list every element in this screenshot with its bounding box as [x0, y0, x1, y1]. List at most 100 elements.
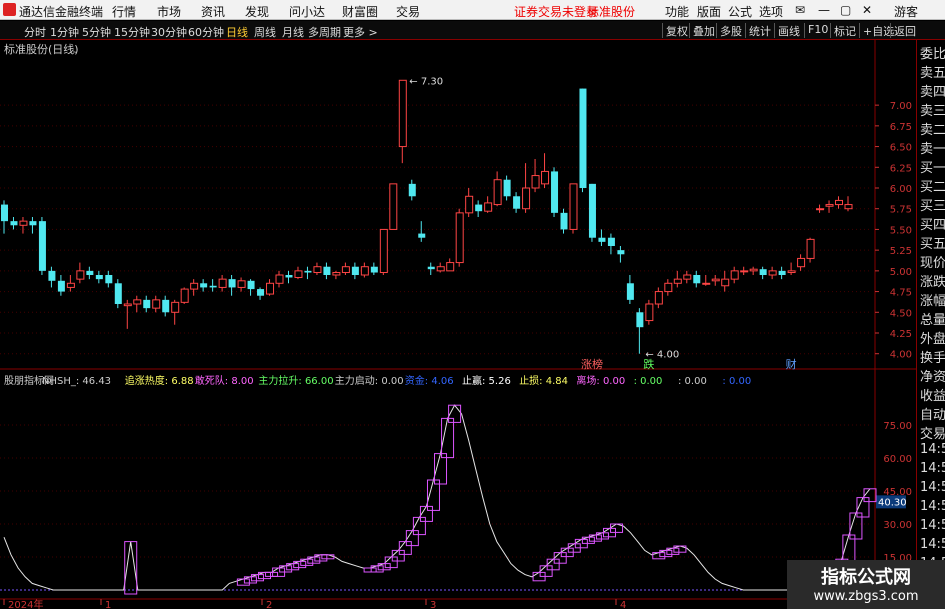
period-monthly[interactable]: 月线 [282, 24, 304, 40]
quote-row-label: 买二 [920, 180, 945, 195]
candle-body [38, 221, 46, 271]
period-more[interactable]: 更多 > [343, 24, 378, 40]
price-tick-label: 4.50 [890, 308, 912, 319]
menu-banmian[interactable]: 版面 [697, 3, 721, 20]
candle-body [475, 204, 483, 212]
price-tick-label: 5.25 [890, 246, 912, 257]
candle-body [711, 278, 720, 282]
btn-diejia[interactable]: 叠加 [689, 23, 715, 38]
period-fenshi[interactable]: 分时 [24, 24, 46, 40]
heat-box [265, 571, 279, 577]
time-axis-label: 3 [430, 600, 436, 609]
quote-row-label: 买一 [920, 161, 945, 176]
watermark-url: www.zbgs3.com [813, 589, 919, 604]
period-30min[interactable]: 30分钟 [151, 24, 187, 40]
btn-back[interactable]: 返回 [890, 23, 916, 38]
menu-hangqing[interactable]: 行情 [112, 3, 136, 20]
minimize-icon[interactable]: — [818, 3, 830, 17]
heat-box [539, 565, 553, 577]
candle-body [418, 233, 426, 238]
app-logo-icon [3, 3, 16, 16]
app-title: 通达信金融终端 [19, 5, 104, 19]
quote-row-label: 现价 [920, 256, 945, 271]
quote-row-label[interactable]: 交易 [920, 423, 945, 442]
menu-xuanxiang[interactable]: 选项 [759, 3, 783, 20]
btn-tongji[interactable]: 统计 [745, 23, 771, 38]
candle-body [730, 270, 739, 280]
close-icon[interactable]: ✕ [862, 3, 872, 17]
btn-huaxian[interactable]: 画线 [774, 23, 800, 38]
candle-body [541, 170, 550, 185]
btn-duogu[interactable]: 多股 [716, 23, 742, 38]
menu-shichang[interactable]: 市场 [157, 3, 181, 20]
quote-row-label: 委比 [920, 47, 945, 62]
quote-row-label: 14:5 [920, 499, 945, 514]
menu-gongshi[interactable]: 公式 [728, 3, 752, 20]
restore-icon[interactable]: ▢ [840, 3, 851, 17]
candle-body [617, 250, 625, 255]
btn-biaoji[interactable]: 标记 [830, 23, 856, 38]
time-axis-label: 2024年 [8, 598, 43, 609]
period-weekly[interactable]: 周线 [254, 24, 276, 40]
candle-body [740, 270, 749, 273]
login-notice[interactable]: 证券交易未登录 [514, 3, 598, 20]
candle-body [247, 280, 255, 290]
quote-row-label: 涨幅 [920, 294, 945, 309]
nhsh-line [3, 404, 871, 591]
indicator-legend-item: 止赢: 5.26 [462, 374, 511, 387]
candle-body [266, 282, 275, 295]
heat-box [546, 558, 560, 571]
candle-body [598, 237, 606, 242]
period-60min[interactable]: 60分钟 [188, 24, 224, 40]
quote-row-label: 买四 [920, 218, 945, 233]
candle-body [123, 303, 132, 307]
candle-body [588, 183, 596, 238]
menu-faxian[interactable]: 发现 [245, 3, 269, 20]
candle-body [579, 88, 587, 188]
period-5min[interactable]: 5分钟 [82, 24, 111, 40]
candle-body [57, 280, 65, 292]
menu-wenxiaoda[interactable]: 问小达 [289, 3, 325, 20]
indicator-tick-label: 75.00 [883, 421, 912, 432]
candle-body [285, 275, 293, 278]
menu-jiaoyi[interactable]: 交易 [396, 3, 420, 20]
period-15min[interactable]: 15分钟 [114, 24, 150, 40]
indicator-legend-item: : 0.00 [678, 376, 707, 387]
period-daily[interactable]: 日线 [226, 24, 248, 40]
candle-body [702, 282, 711, 285]
candle-body [162, 299, 170, 313]
menu-gongneng[interactable]: 功能 [665, 3, 689, 20]
btn-add-favorite[interactable]: +自选 [859, 23, 894, 38]
indicator-chart[interactable]: 股朋指标网NHSH_: 46.43 追涨热度: 6.88 敢死队: 8.00 主力拉升… [0, 370, 916, 609]
quote-row-label: 14:5 [920, 461, 945, 476]
candle-body [569, 183, 578, 230]
price-tick-label: 5.50 [890, 225, 912, 236]
btn-f10[interactable]: F10 [804, 23, 828, 38]
price-tick-label: 6.00 [890, 184, 912, 195]
candle-body [228, 279, 236, 288]
candle-body [693, 275, 701, 284]
user-label[interactable]: 游客 [894, 3, 918, 20]
candle-body [86, 270, 94, 275]
candle-body [835, 199, 844, 206]
candle-body [294, 270, 303, 278]
candle-body [560, 212, 568, 230]
indicator-legend-item: 追涨热度: 6.88 [125, 374, 194, 387]
period-1min[interactable]: 1分钟 [50, 24, 79, 40]
candle-body [237, 280, 246, 288]
candle-body [816, 208, 825, 211]
indicator-tick-label: 30.00 [883, 520, 912, 531]
menu-caifuquan[interactable]: 财富圈 [342, 3, 378, 20]
candle-body [152, 299, 161, 309]
menu-zixun[interactable]: 资讯 [201, 3, 225, 20]
period-multi[interactable]: 多周期 [308, 24, 341, 40]
btn-fuquan[interactable]: 复权 [662, 23, 688, 38]
heat-box [391, 549, 405, 562]
quote-row-label[interactable]: 自动 [920, 404, 945, 423]
mail-icon[interactable]: ✉ [795, 3, 805, 17]
time-axis-label: 2 [266, 600, 272, 609]
quote-row-label: 收益 [920, 389, 945, 404]
candlestick-chart[interactable]: 标准股份(日线)⌄ 7.00 6.75 6.50 6.25 6.00 5.75 5.50 5.2… [0, 40, 916, 370]
price-tick-label: 4.75 [890, 288, 912, 299]
candle-body [76, 270, 85, 280]
